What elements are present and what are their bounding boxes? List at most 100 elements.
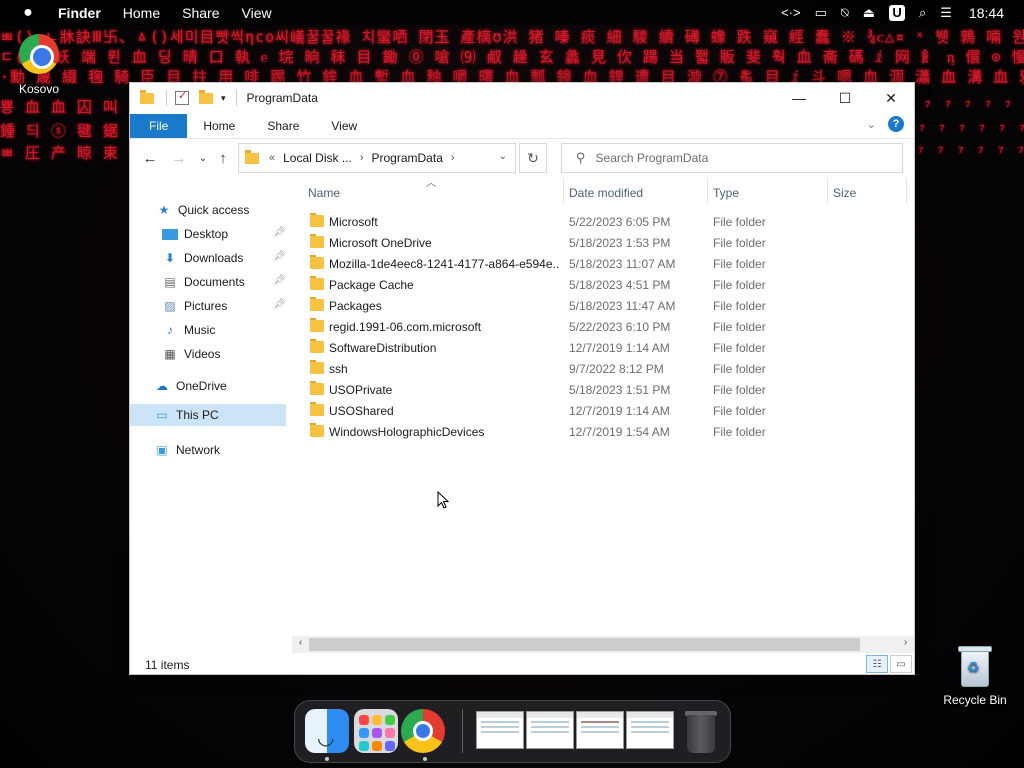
tab-view[interactable]: View <box>315 114 373 138</box>
maximize-button[interactable]: ☐ <box>822 83 868 113</box>
menu-finder[interactable]: Finder <box>58 5 101 21</box>
scroll-right-icon[interactable]: › <box>897 637 914 648</box>
column-header-date[interactable]: Date modified <box>569 186 643 200</box>
new-folder-icon[interactable] <box>199 89 213 104</box>
column-divider[interactable] <box>906 178 907 204</box>
divider <box>235 90 237 106</box>
user-u-icon[interactable]: U <box>889 4 906 21</box>
refresh-button[interactable]: ↻ <box>519 143 547 173</box>
desktop-shortcut-kosovo[interactable]: Kosovo <box>14 34 64 96</box>
expand-ribbon-icon[interactable]: ⌄ <box>867 118 876 131</box>
documents-icon: ▤ <box>164 275 176 289</box>
display-icon[interactable]: ▭ <box>815 5 827 21</box>
search-input[interactable]: ⚲ Search ProgramData <box>561 143 903 173</box>
menu-home[interactable]: Home <box>123 5 160 21</box>
tab-share[interactable]: Share <box>251 114 315 138</box>
minimized-window-thumbnail[interactable] <box>576 711 624 749</box>
table-row[interactable]: Package Cache 5/18/2023 4:51 PM File folde… <box>296 274 910 295</box>
pin-icon[interactable]: 📌︎ <box>273 251 286 262</box>
file-name: Package Cache <box>329 278 414 292</box>
sidebar-item-documents[interactable]: ▤ Documents <box>162 271 286 293</box>
horizontal-scrollbar[interactable]: ‹ › <box>292 636 914 653</box>
desktop-recycle-bin[interactable]: ♻ Recycle Bin <box>940 643 1010 707</box>
sidebar-item-downloads[interactable]: ⬇ Downloads <box>162 247 286 269</box>
column-divider[interactable] <box>563 178 564 204</box>
table-row[interactable]: SoftwareDistribution 12/7/2019 1:14 AM Fil… <box>296 337 910 358</box>
sidebar-item-label: Pictures <box>184 299 228 313</box>
no-signal-icon[interactable]: ⍉ <box>841 5 849 21</box>
large-icons-view-icon[interactable]: ▭ <box>890 655 912 673</box>
eject-icon[interactable]: ⏏ <box>863 5 875 21</box>
minimized-window-thumbnail[interactable] <box>626 711 674 749</box>
chevron-right-icon[interactable]: › <box>451 152 455 164</box>
back-arrow-icon[interactable]: ← <box>137 145 163 171</box>
table-row[interactable]: Packages 5/18/2023 11:47 AM File folder <box>296 295 910 316</box>
file-name: SoftwareDistribution <box>329 341 437 355</box>
file-date: 12/7/2019 1:14 AM <box>569 404 670 418</box>
address-overflow[interactable]: « <box>269 152 275 164</box>
close-button[interactable]: ✕ <box>868 83 914 113</box>
table-row[interactable]: ssh 9/7/2022 8:12 PM File folder <box>296 358 910 379</box>
title-bar[interactable]: ▾ ProgramData — ☐ ✕ <box>130 83 914 113</box>
address-bar[interactable]: « Local Disk ... › ProgramData › ⌄ <box>238 143 516 173</box>
menu-share[interactable]: Share <box>182 5 219 21</box>
help-icon[interactable]: ? <box>888 116 904 132</box>
trash-icon[interactable] <box>683 709 719 753</box>
details-view-icon[interactable]: ☷ <box>866 655 888 673</box>
finder-icon[interactable] <box>305 709 349 753</box>
minimized-window-thumbnail[interactable] <box>526 711 574 749</box>
file-type: File folder <box>713 425 766 439</box>
sidebar-item-desktop[interactable]: Desktop <box>162 223 286 245</box>
table-row[interactable]: Microsoft 5/22/2023 6:05 PM File folder <box>296 211 910 232</box>
pin-icon[interactable]: 📌︎ <box>273 299 286 310</box>
scroll-left-icon[interactable]: ‹ <box>292 637 309 648</box>
tab-file[interactable]: File <box>130 114 188 138</box>
column-header-size[interactable]: Size <box>833 186 856 200</box>
sidebar-item-pictures[interactable]: ▨ Pictures <box>162 295 286 317</box>
tab-home[interactable]: Home <box>187 114 251 138</box>
file-type: File folder <box>713 383 766 397</box>
window-title: ProgramData <box>246 91 318 105</box>
apple-icon[interactable]: ● <box>8 4 48 22</box>
properties-icon[interactable] <box>175 89 189 105</box>
search-icon[interactable]: ⌕ <box>919 5 926 21</box>
chevron-right-icon[interactable]: › <box>360 152 364 164</box>
folder-icon <box>140 89 154 104</box>
menu-view[interactable]: View <box>242 5 272 21</box>
sidebar-item-videos[interactable]: ▦ Videos <box>162 343 286 365</box>
table-row[interactable]: Microsoft OneDrive 5/18/2023 1:53 PM File … <box>296 232 910 253</box>
minimize-button[interactable]: — <box>776 83 822 113</box>
column-header-name[interactable]: Name <box>308 186 340 200</box>
sidebar-item-quick-access[interactable]: ★ Quick access <box>156 199 286 221</box>
sidebar-item-this-pc[interactable]: ▭ This PC <box>130 404 286 426</box>
scrollbar-thumb[interactable] <box>309 638 860 651</box>
table-row[interactable]: USOPrivate 5/18/2023 1:51 PM File folder <box>296 379 910 400</box>
chrome-icon[interactable] <box>401 709 445 753</box>
sidebar-item-label: Music <box>184 323 216 337</box>
recycle-bin-icon: ♻ <box>957 643 993 687</box>
minimized-window-thumbnail[interactable] <box>476 711 524 749</box>
launchpad-icon[interactable] <box>354 709 398 753</box>
column-divider[interactable] <box>707 178 708 204</box>
column-divider[interactable] <box>827 178 828 204</box>
pin-icon[interactable]: 📌︎ <box>273 275 286 286</box>
column-header-type[interactable]: Type <box>713 186 739 200</box>
table-row[interactable]: USOShared 12/7/2019 1:14 AM File folder <box>296 400 910 421</box>
sidebar-item-onedrive[interactable]: ☁ OneDrive <box>154 375 286 397</box>
sidebar-item-network[interactable]: ▣ Network <box>154 439 286 461</box>
code-icon[interactable]: <·> <box>781 5 801 20</box>
breadcrumb-programdata[interactable]: ProgramData <box>372 151 443 165</box>
control-center-icon[interactable]: ☰ <box>940 5 952 21</box>
table-row[interactable]: regid.1991-06.com.microsoft 5/22/2023 6:1… <box>296 316 910 337</box>
customize-toolbar-icon[interactable]: ▾ <box>221 93 226 104</box>
breadcrumb-local-disk[interactable]: Local Disk ... <box>283 151 352 165</box>
table-row[interactable]: WindowsHolographicDevices 12/7/2019 1:54 … <box>296 421 910 442</box>
chevron-down-icon[interactable]: ⌄ <box>499 151 507 162</box>
forward-arrow-icon[interactable]: → <box>166 145 192 171</box>
running-indicator <box>325 757 329 761</box>
up-arrow-icon[interactable]: ↑ <box>210 145 236 171</box>
pin-icon[interactable]: 📌︎ <box>273 227 286 238</box>
table-row[interactable]: Mozilla-1de4eec8-1241-4177-a864-e594e...… <box>296 253 910 274</box>
sidebar-item-music[interactable]: ♪ Music <box>162 319 286 341</box>
file-type: File folder <box>713 362 766 376</box>
